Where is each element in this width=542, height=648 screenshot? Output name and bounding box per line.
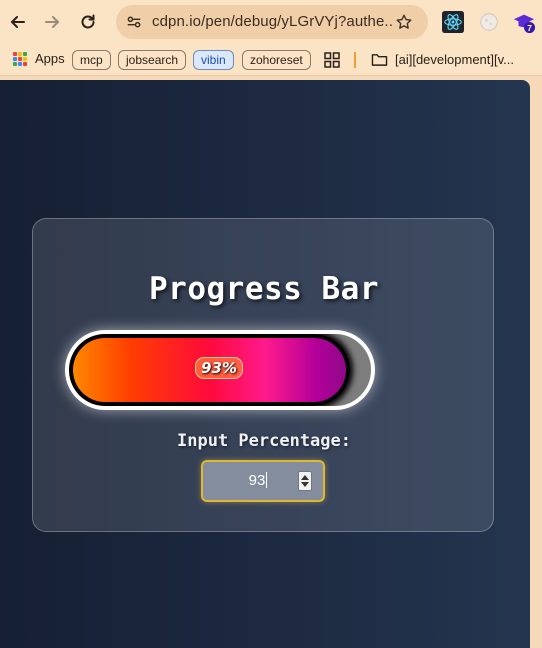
react-devtools-extension-icon[interactable] [441, 10, 465, 34]
reload-icon [81, 14, 95, 29]
input-percentage-label: Input Percentage: [177, 431, 351, 451]
graduation-cap-extension-icon[interactable]: 7 [512, 10, 536, 34]
bookmark-folder[interactable]: [ai][development][v... [371, 52, 514, 67]
input-value-text: 93 [248, 472, 266, 489]
forward-button[interactable] [40, 10, 64, 34]
percentage-input-value[interactable]: 93 [203, 472, 313, 489]
number-spinner[interactable] [298, 471, 312, 491]
extension-badge-count: 7 [527, 23, 532, 33]
spinner-up-icon[interactable] [301, 475, 309, 480]
spinner-down-icon[interactable] [301, 482, 309, 487]
moon-extension-icon[interactable] [477, 10, 501, 34]
bookmark-vibin[interactable]: vibin [193, 50, 234, 70]
bookmark-mcp[interactable]: mcp [72, 50, 111, 70]
address-bar[interactable]: cdpn.io/pen/debug/yLGrVYj?authe... [116, 5, 428, 39]
progress-card: Progress Bar 93% Input Percentage: 93 [32, 218, 494, 532]
bookmark-jobsearch[interactable]: jobsearch [118, 50, 187, 70]
browser-toolbar: cdpn.io/pen/debug/yLGrVYj?authe... 7 [0, 0, 542, 44]
back-arrow-icon [10, 16, 25, 28]
progress-fill [69, 334, 350, 406]
apps-shortcut[interactable]: Apps [13, 51, 65, 66]
bookmark-folder-label: [ai][development][v... [395, 52, 514, 67]
folder-icon [371, 54, 388, 66]
url-text[interactable]: cdpn.io/pen/debug/yLGrVYj?authe... [152, 13, 392, 30]
apps-label: Apps [35, 51, 65, 66]
percentage-input[interactable]: 93 [201, 460, 325, 502]
page-viewport: Progress Bar 93% Input Percentage: 93 [0, 80, 530, 648]
bookmarks-bar: Apps mcp jobsearch vibin zohoreset [ai][… [0, 44, 542, 76]
reload-button[interactable] [76, 10, 100, 34]
tab-groups-grid-icon[interactable] [324, 52, 340, 68]
bookmark-zohoreset[interactable]: zohoreset [242, 50, 311, 70]
back-button[interactable] [6, 10, 30, 34]
page-title: Progress Bar [149, 271, 379, 307]
site-settings-icon[interactable] [124, 12, 144, 32]
bookmarks-separator [354, 52, 356, 68]
progress-track: 93% [65, 330, 375, 410]
text-caret [266, 472, 268, 488]
bookmark-star-icon[interactable] [394, 12, 414, 32]
forward-arrow-icon [45, 16, 60, 28]
apps-grid-icon [13, 51, 27, 66]
